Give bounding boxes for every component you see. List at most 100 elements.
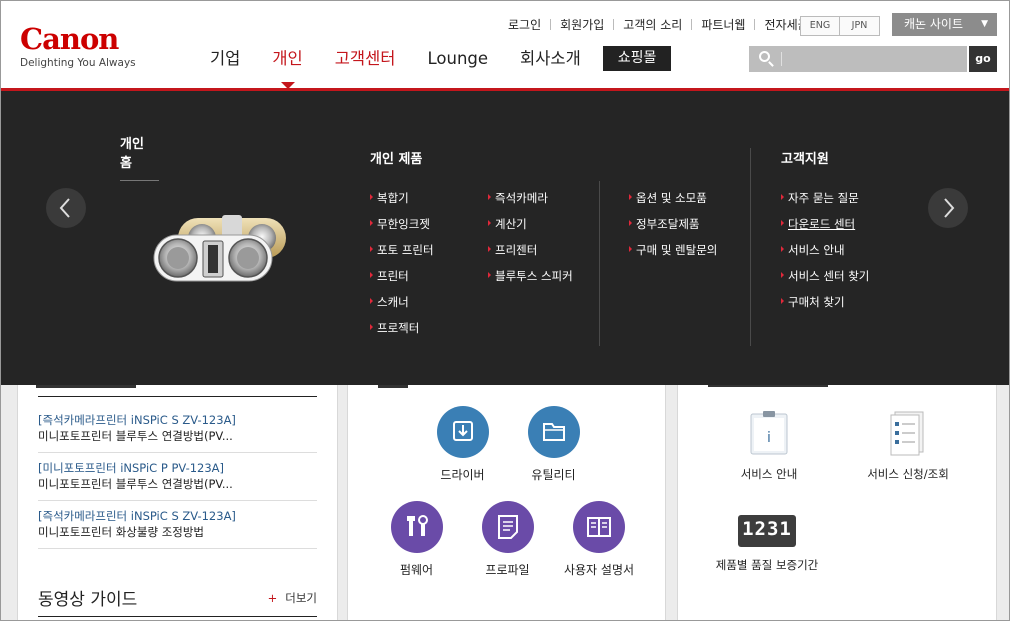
- warranty-period-link[interactable]: 1231 제품별 품질 보증기간: [712, 515, 822, 573]
- news-title: [미니포토프린터 iNSPiC P PV-123A]: [38, 461, 225, 475]
- nav-customer-center[interactable]: 고객센터: [335, 47, 396, 71]
- divider: [754, 19, 756, 30]
- menu-item-scanner[interactable]: 스캐너: [370, 296, 434, 322]
- menu-item-bluetooth-speaker[interactable]: 블루투스 스피커: [488, 270, 573, 296]
- video-more-link[interactable]: + 더보기: [268, 590, 317, 606]
- site-header: Canon Delighting You Always 로그인 회원가입 고객의…: [0, 0, 1010, 91]
- divider: [38, 396, 317, 397]
- profile-label: 프로파일: [485, 563, 530, 577]
- menu-item-photo-printer[interactable]: 포토 프린터: [370, 244, 434, 270]
- menu-item-gov-procurement[interactable]: 정부조달제품: [629, 218, 717, 244]
- book-icon: [573, 501, 625, 553]
- lang-jpn-button[interactable]: JPN: [840, 16, 880, 36]
- signup-link[interactable]: 회원가입: [560, 16, 604, 33]
- panel-heading-partial: [36, 385, 136, 388]
- language-switch: ENG JPN: [800, 16, 880, 36]
- menu-item-calculator[interactable]: 계산기: [488, 218, 573, 244]
- search-go-button[interactable]: go: [969, 46, 997, 72]
- utility-label: 유틸리티: [531, 468, 576, 482]
- support-list: 자주 묻는 질문 다운로드 센터 서비스 안내 서비스 센터 찾기 구매처 찾기: [781, 192, 869, 322]
- utility-download[interactable]: 유틸리티: [516, 406, 591, 483]
- menu-item-projector[interactable]: 프로젝터: [370, 322, 434, 348]
- personal-home-link[interactable]: 개인 홈: [120, 133, 159, 181]
- logo-tagline: Delighting You Always: [20, 57, 136, 69]
- search-box: [749, 46, 967, 72]
- warranty-period-label: 제품별 품질 보증기간: [715, 558, 819, 572]
- profile-download[interactable]: 프로파일: [470, 501, 545, 578]
- divider: [599, 181, 600, 346]
- login-link[interactable]: 로그인: [508, 16, 541, 33]
- more-label: 더보기: [285, 591, 317, 605]
- search-icon: [759, 51, 770, 62]
- driver-download[interactable]: 드라이버: [425, 406, 500, 483]
- info-clipboard-icon: i: [750, 411, 788, 455]
- manual-download[interactable]: 사용자 설명서: [554, 501, 644, 578]
- news-desc: 미니포토프린터 블루투스 연결방법(PV...: [38, 429, 233, 443]
- shopping-mall-button[interactable]: 쇼핑몰: [602, 46, 672, 71]
- manual-label: 사용자 설명서: [563, 563, 635, 577]
- news-desc: 미니포토프린터 화상불량 조정방법: [38, 525, 205, 539]
- canon-logo[interactable]: Canon Delighting You Always: [20, 24, 136, 69]
- menu-item-ink-tank[interactable]: 무한잉크젯: [370, 218, 434, 244]
- logo-wordmark: Canon: [20, 22, 119, 56]
- nav-personal[interactable]: 개인: [272, 47, 302, 71]
- tools-icon: [390, 501, 443, 553]
- support-heading: 고객지원: [781, 152, 829, 167]
- menu-item-find-store[interactable]: 구매처 찾기: [781, 296, 869, 322]
- menu-item-find-service-center[interactable]: 서비스 센터 찾기: [781, 270, 869, 296]
- chevron-left-icon: [59, 198, 70, 218]
- plus-icon: +: [267, 591, 278, 605]
- menu-item-faq[interactable]: 자주 묻는 질문: [781, 192, 869, 218]
- service-request-label: 서비스 신청/조회: [867, 467, 949, 481]
- personal-products-heading: 개인 제품: [370, 152, 423, 167]
- service-request-link[interactable]: 서비스 신청/조회: [863, 410, 953, 482]
- prev-arrow-button[interactable]: [46, 188, 86, 228]
- lang-eng-button[interactable]: ENG: [800, 16, 840, 36]
- next-arrow-button[interactable]: [928, 188, 968, 228]
- products-list-1: 복합기 무한잉크젯 포토 프린터 프린터 스캐너 프로젝터: [370, 192, 434, 348]
- list-item[interactable]: [즉석카메라프린터 iNSPiC S ZV-123A] 미니포토프린터 블루투스…: [38, 405, 317, 453]
- firmware-label: 펌웨어: [399, 563, 434, 577]
- nav-company[interactable]: 회사소개: [520, 47, 581, 71]
- checklist-icon: [890, 411, 924, 456]
- divider: [550, 19, 552, 30]
- menu-item-options-supplies[interactable]: 옵션 및 소모품: [629, 192, 717, 218]
- service-info-link[interactable]: i 서비스 안내: [730, 410, 808, 482]
- news-desc: 미니포토프린터 블루투스 연결방법(PV...: [38, 477, 233, 491]
- downloads-panel: 드라이버 유틸리티 펌웨어 프로파일 사용자 설명서: [347, 385, 666, 621]
- divider: [691, 19, 693, 30]
- customer-voice-link[interactable]: 고객의 소리: [623, 16, 682, 33]
- menu-item-printer[interactable]: 프린터: [370, 270, 434, 296]
- main-content: [즉석카메라프린터 iNSPiC S ZV-123A] 미니포토프린터 블루투스…: [0, 385, 1010, 621]
- service-panel: i 서비스 안내 서비스 신청/조회 1231 제품별 품질 보증기간: [677, 385, 997, 621]
- driver-icon: [436, 406, 489, 458]
- list-item[interactable]: [미니포토프린터 iNSPiC P PV-123A] 미니포토프린터 블루투스 …: [38, 453, 317, 501]
- list-item[interactable]: [즉석카메라프린터 iNSPiC S ZV-123A] 미니포토프린터 화상불량…: [38, 501, 317, 549]
- video-guide-header: 동영상 가이드 + 더보기: [38, 582, 317, 617]
- mega-menu: 개인 홈 개인 제품 복합기 무한잉크젯 포토 프린터 프린터 스캐너 프로젝터…: [0, 91, 1010, 385]
- menu-item-presenter[interactable]: 프리젠터: [488, 244, 573, 270]
- download-center-label: 다운로드 센터: [788, 217, 856, 231]
- driver-label: 드라이버: [440, 468, 485, 482]
- search-input[interactable]: [784, 46, 967, 72]
- partner-web-link[interactable]: 파트너웹: [701, 16, 745, 33]
- news-title: [즉석카메라프린터 iNSPiC S ZV-123A]: [38, 509, 236, 523]
- main-nav: 기업 개인 고객센터 Lounge 회사소개 쇼핑몰: [210, 46, 672, 71]
- canon-sites-dropdown[interactable]: 캐논 사이트 ▼: [892, 13, 997, 36]
- divider: [781, 52, 782, 66]
- chevron-down-icon: ▼: [981, 19, 988, 29]
- panel-heading-partial: [378, 385, 408, 388]
- nav-lounge[interactable]: Lounge: [427, 47, 488, 71]
- firmware-download[interactable]: 펌웨어: [379, 501, 454, 578]
- nav-business[interactable]: 기업: [210, 47, 240, 71]
- news-title: [즉석카메라프린터 iNSPiC S ZV-123A]: [38, 413, 236, 427]
- utility-links: 로그인 회원가입 고객의 소리 파트너웹 전자세금: [508, 16, 809, 33]
- menu-item-purchase-rental[interactable]: 구매 및 렌탈문의: [629, 244, 717, 270]
- folder-icon: [527, 406, 580, 458]
- svg-text:i: i: [767, 430, 771, 446]
- service-info-label: 서비스 안내: [740, 467, 798, 481]
- menu-item-download-center[interactable]: 다운로드 센터: [781, 218, 869, 244]
- menu-item-mfp[interactable]: 복합기: [370, 192, 434, 218]
- menu-item-instant-camera[interactable]: 즉석카메라: [488, 192, 573, 218]
- menu-item-service-info[interactable]: 서비스 안내: [781, 244, 869, 270]
